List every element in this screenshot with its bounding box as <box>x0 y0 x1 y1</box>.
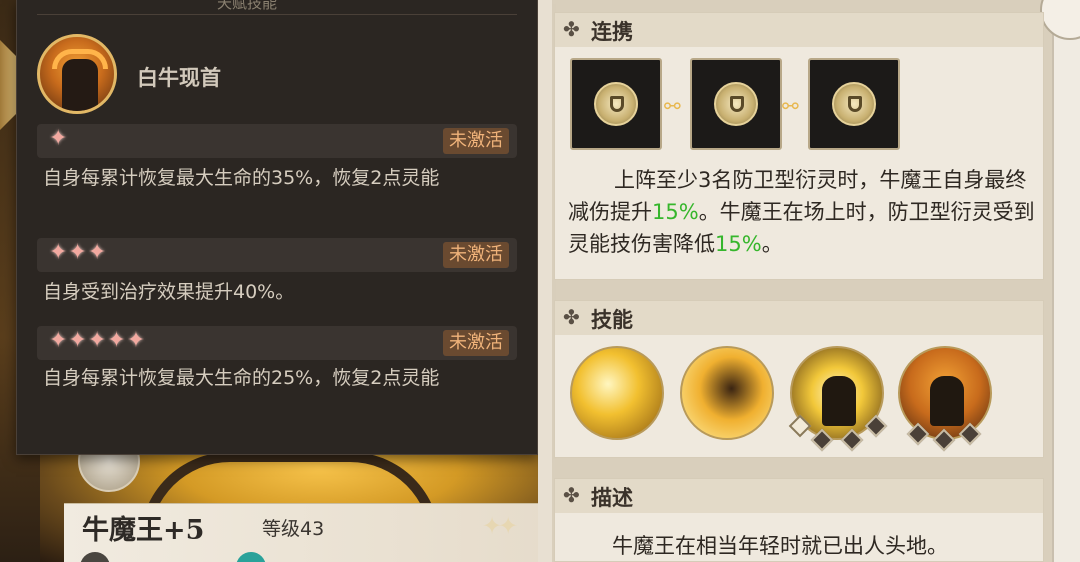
ornament-icon: ✤ <box>563 17 580 41</box>
close-icon[interactable] <box>1040 0 1080 40</box>
panel-header: ✤ 技能 <box>555 301 1043 335</box>
talent-avatar-icon <box>37 34 117 114</box>
star-icon: ✦✦✦✦✦ <box>49 328 147 353</box>
chain-icon: ⚯ <box>664 94 681 118</box>
link-slot[interactable] <box>808 58 900 150</box>
tier-header: ✦✦✦ 未激活 <box>37 238 517 272</box>
panel-divider <box>538 0 552 562</box>
panel-header: ✤ 连携 <box>555 13 1043 47</box>
panel-title: 技能 <box>591 308 633 332</box>
highlight-value: 15% <box>652 200 699 224</box>
ornament-icon: ✤ <box>563 483 580 507</box>
panel-title: 连携 <box>591 20 633 44</box>
tier-header: ✦ 未激活 <box>37 124 517 158</box>
status-badge: 未激活 <box>443 242 509 268</box>
star-icon: ✦✦✦ <box>49 240 108 265</box>
highlight-value: 15% <box>715 232 762 256</box>
link-description: 上阵至少3名防卫型衍灵时，牛魔王自身最终减伤提升15%。牛魔王在场上时，防卫型衍… <box>568 168 1035 256</box>
link-slot[interactable] <box>690 58 782 150</box>
status-badge: 未激活 <box>443 330 509 356</box>
panel-title: 描述 <box>591 486 633 510</box>
hero-star-rating: ✦✦ <box>482 512 518 540</box>
tier-header: ✦✦✦✦✦ 未激活 <box>37 326 517 360</box>
hero-level: 等级43 <box>262 518 325 540</box>
hero-description: 牛魔王在相当年轻时就已出人头地。 <box>612 534 948 558</box>
skill-icon[interactable] <box>898 346 992 440</box>
shield-emblem-icon <box>832 82 876 126</box>
ornament-icon: ✤ <box>563 305 580 329</box>
tier-description: 自身每累计恢复最大生命的25%，恢复2点灵能 <box>43 367 440 389</box>
tier-description: 自身受到治疗效果提升40%。 <box>43 281 295 303</box>
star-icon: ✦ <box>49 126 69 151</box>
scroll-edge <box>1052 0 1080 562</box>
skill-icon[interactable] <box>570 346 664 440</box>
tooltip-title: 天赋技能 <box>217 0 278 12</box>
talent-name: 白牛现首 <box>137 66 221 90</box>
status-badge: 未激活 <box>443 128 509 154</box>
skill-icon[interactable] <box>680 346 774 440</box>
chain-icon: ⚯ <box>782 94 799 118</box>
divider <box>37 14 517 15</box>
talent-tooltip: 天赋技能 白牛现首 ✦ 未激活 自身每累计恢复最大生命的35%，恢复2点灵能 ✦… <box>16 0 538 455</box>
panel-header: ✤ 描述 <box>555 479 1043 513</box>
link-slot[interactable] <box>570 58 662 150</box>
tier-description: 自身每累计恢复最大生命的35%，恢复2点灵能 <box>43 167 440 189</box>
hero-name: 牛魔王+5 <box>82 515 205 546</box>
shield-emblem-icon <box>714 82 758 126</box>
shield-emblem-icon <box>594 82 638 126</box>
